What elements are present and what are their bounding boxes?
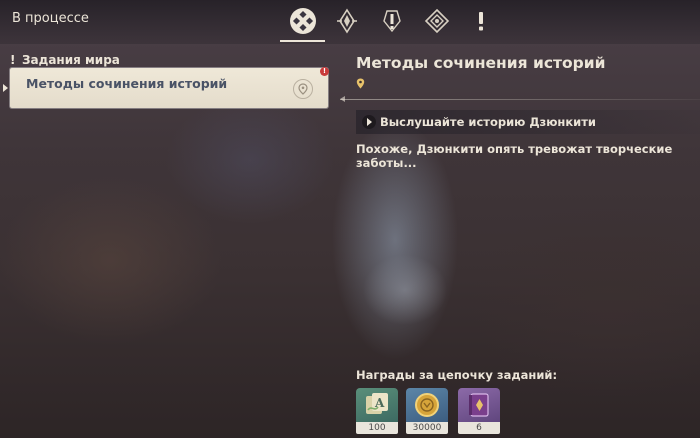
objective-arrow-icon bbox=[362, 115, 376, 129]
divider bbox=[340, 99, 700, 100]
page-title: В процессе bbox=[12, 11, 89, 26]
category-world-quests[interactable]: ! Задания мира bbox=[10, 53, 120, 67]
active-tab-indicator bbox=[280, 40, 325, 42]
quest-list-item-selected[interactable]: Методы сочинения историй ! bbox=[10, 67, 329, 108]
archon-quest-icon bbox=[337, 8, 357, 34]
world-quest-icon bbox=[479, 12, 483, 31]
track-quest-button[interactable] bbox=[293, 79, 313, 99]
reward-item-heros-wit[interactable]: 6 bbox=[458, 388, 500, 434]
tab-world-quests[interactable] bbox=[464, 4, 498, 38]
selected-quest-arrow-icon bbox=[3, 84, 8, 92]
quest-list-item-label: Методы сочинения историй bbox=[26, 76, 228, 91]
reward-count: 100 bbox=[356, 422, 398, 434]
location-marker-icon bbox=[356, 78, 365, 89]
objective-label: Выслушайте историю Дзюнкити bbox=[380, 115, 596, 129]
commission-icon bbox=[424, 8, 450, 34]
location-pin-icon bbox=[298, 83, 308, 95]
heros-wit-book-icon bbox=[469, 393, 489, 417]
story-quest-icon bbox=[383, 10, 401, 33]
mora-coin-icon bbox=[415, 393, 439, 417]
reward-count: 30000 bbox=[406, 422, 448, 434]
new-quest-badge-icon: ! bbox=[320, 67, 329, 76]
category-label: Задания мира bbox=[22, 53, 120, 67]
world-quest-category-icon: ! bbox=[10, 53, 16, 67]
quest-description: Похоже, Дзюнкити опять тревожат творческ… bbox=[356, 142, 673, 170]
quest-detail-title: Методы сочинения историй bbox=[356, 54, 606, 72]
tab-archon-quests[interactable] bbox=[330, 4, 364, 38]
quest-objective[interactable]: Выслушайте историю Дзюнкити bbox=[356, 110, 700, 134]
reward-item-mora[interactable]: 30000 bbox=[406, 388, 448, 434]
all-quests-icon bbox=[290, 8, 316, 34]
reward-count: 6 bbox=[458, 422, 500, 434]
tab-commissions[interactable] bbox=[420, 4, 454, 38]
tab-all-quests[interactable] bbox=[286, 4, 320, 38]
adventure-exp-icon: A bbox=[366, 393, 388, 414]
rewards-title: Награды за цепочку заданий: bbox=[356, 368, 558, 382]
top-bar: В процессе bbox=[0, 0, 700, 44]
tab-story-quests[interactable] bbox=[375, 4, 409, 38]
reward-item-adventure-exp[interactable]: A 100 bbox=[356, 388, 398, 434]
